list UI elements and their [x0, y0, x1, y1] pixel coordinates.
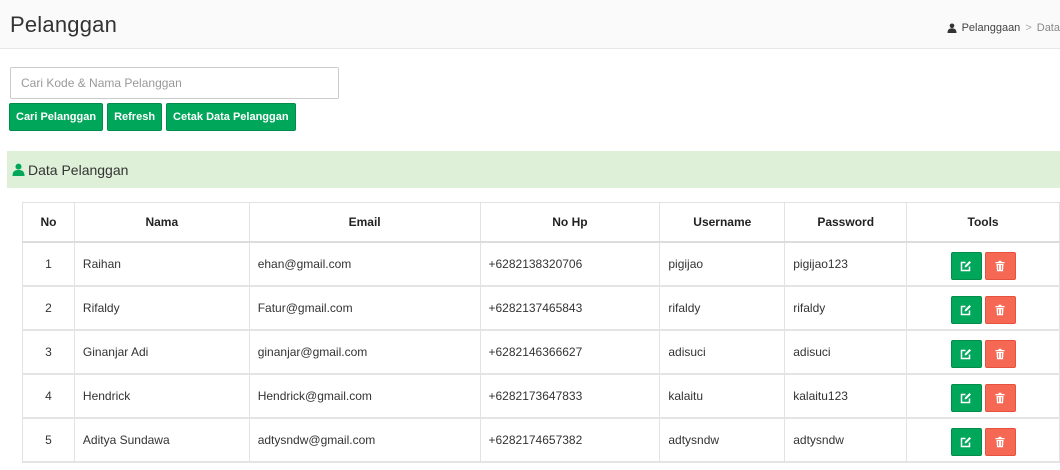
- edit-icon: [960, 305, 972, 316]
- edit-button[interactable]: [950, 428, 982, 456]
- cell-nohp: +6282138320706: [479, 241, 661, 287]
- cell-nama: Rifaldy: [73, 285, 250, 331]
- delete-button[interactable]: [984, 296, 1016, 324]
- table-row: 4 Hendrick Hendrick@gmail.com +628217364…: [22, 373, 1060, 419]
- table-row: 5 Aditya Sundawa adtysndw@gmail.com +628…: [22, 417, 1060, 463]
- cell-password: rifaldy: [784, 285, 908, 331]
- cell-nama: Aditya Sundawa: [73, 417, 250, 463]
- cell-tools: [906, 417, 1060, 463]
- column-header-nohp: No Hp: [479, 202, 661, 243]
- table-row: 2 Rifaldy Fatur@gmail.com +6282137465843…: [22, 285, 1060, 331]
- edit-button[interactable]: [950, 296, 982, 324]
- trash-icon: [995, 348, 1005, 360]
- cell-nohp: +6282146366627: [479, 329, 661, 375]
- trash-icon: [995, 304, 1005, 316]
- edit-button[interactable]: [950, 384, 982, 412]
- delete-button[interactable]: [984, 428, 1016, 456]
- column-header-password: Password: [784, 202, 908, 243]
- cell-password: adtysndw: [784, 417, 908, 463]
- cell-password: pigijao123: [784, 241, 908, 287]
- cell-no: 5: [22, 417, 75, 463]
- cell-tools: [906, 373, 1060, 419]
- breadcrumb-item-pelanggan[interactable]: Pelanggaan: [962, 22, 1021, 34]
- cell-email: ginanjar@gmail.com: [248, 329, 481, 375]
- cell-no: 3: [22, 329, 75, 375]
- column-header-username: Username: [659, 202, 786, 243]
- cell-nohp: +6282137465843: [479, 285, 661, 331]
- cell-username: pigijao: [659, 241, 786, 287]
- cell-username: adtysndw: [659, 417, 786, 463]
- breadcrumb: Pelanggaan > Data: [947, 22, 1060, 34]
- cell-username: kalaitu: [659, 373, 786, 419]
- customer-table: No Nama Email No Hp Username Password To…: [22, 202, 1060, 463]
- cell-nohp: +6282174657382: [479, 417, 661, 463]
- breadcrumb-separator: >: [1025, 22, 1032, 34]
- row-tools: [907, 428, 1059, 456]
- user-icon: [12, 163, 25, 176]
- edit-icon: [960, 393, 972, 404]
- cell-password: kalaitu123: [784, 373, 908, 419]
- delete-button[interactable]: [984, 384, 1016, 412]
- table-header-row: No Nama Email No Hp Username Password To…: [22, 202, 1060, 243]
- table-row: 1 Raihan ehan@gmail.com +6282138320706 p…: [22, 241, 1060, 287]
- edit-icon: [960, 349, 972, 360]
- column-header-tools: Tools: [906, 202, 1060, 243]
- cell-username: adisuci: [659, 329, 786, 375]
- cell-password: adisuci: [784, 329, 908, 375]
- edit-icon: [960, 261, 972, 272]
- breadcrumb-item-data: Data: [1036, 22, 1060, 34]
- cell-no: 1: [22, 241, 75, 287]
- cell-email: Hendrick@gmail.com: [248, 373, 481, 419]
- cell-email: Fatur@gmail.com: [248, 285, 481, 331]
- search-input[interactable]: [10, 67, 339, 99]
- cell-tools: [906, 241, 1060, 287]
- user-icon: [947, 23, 957, 33]
- action-buttons: Cari Pelanggan Refresh Cetak Data Pelang…: [9, 103, 296, 131]
- cell-email: adtysndw@gmail.com: [248, 417, 481, 463]
- delete-button[interactable]: [984, 340, 1016, 368]
- row-tools: [907, 384, 1059, 412]
- row-tools: [907, 296, 1059, 324]
- edit-icon: [960, 437, 972, 448]
- trash-icon: [995, 392, 1005, 404]
- table-row: 3 Ginanjar Adi ginanjar@gmail.com +62821…: [22, 329, 1060, 375]
- trash-icon: [995, 260, 1005, 272]
- column-header-email: Email: [248, 202, 481, 243]
- refresh-button[interactable]: Refresh: [107, 103, 163, 131]
- page-title: Pelanggan: [10, 12, 118, 37]
- column-header-nama: Nama: [73, 202, 250, 243]
- row-tools: [907, 340, 1059, 368]
- cell-no: 4: [22, 373, 75, 419]
- edit-button[interactable]: [950, 252, 982, 280]
- content-header: Pelanggan Pelanggaan > Data: [0, 0, 1060, 49]
- cell-nama: Raihan: [73, 241, 250, 287]
- search-button[interactable]: Cari Pelanggan: [9, 103, 104, 131]
- cell-nama: Ginanjar Adi: [73, 329, 250, 375]
- delete-button[interactable]: [984, 252, 1016, 280]
- cell-tools: [906, 329, 1060, 375]
- cell-no: 2: [22, 285, 75, 331]
- cell-tools: [906, 285, 1060, 331]
- row-tools: [907, 252, 1059, 280]
- print-button[interactable]: Cetak Data Pelanggan: [166, 103, 296, 131]
- trash-icon: [995, 436, 1005, 448]
- panel-title: Data Pelanggan: [28, 161, 129, 178]
- cell-email: ehan@gmail.com: [248, 241, 481, 287]
- panel-header: Data Pelanggan: [7, 151, 1060, 188]
- column-header-no: No: [22, 202, 75, 243]
- edit-button[interactable]: [950, 340, 982, 368]
- cell-username: rifaldy: [659, 285, 786, 331]
- cell-nama: Hendrick: [73, 373, 250, 419]
- cell-nohp: +6282173647833: [479, 373, 661, 419]
